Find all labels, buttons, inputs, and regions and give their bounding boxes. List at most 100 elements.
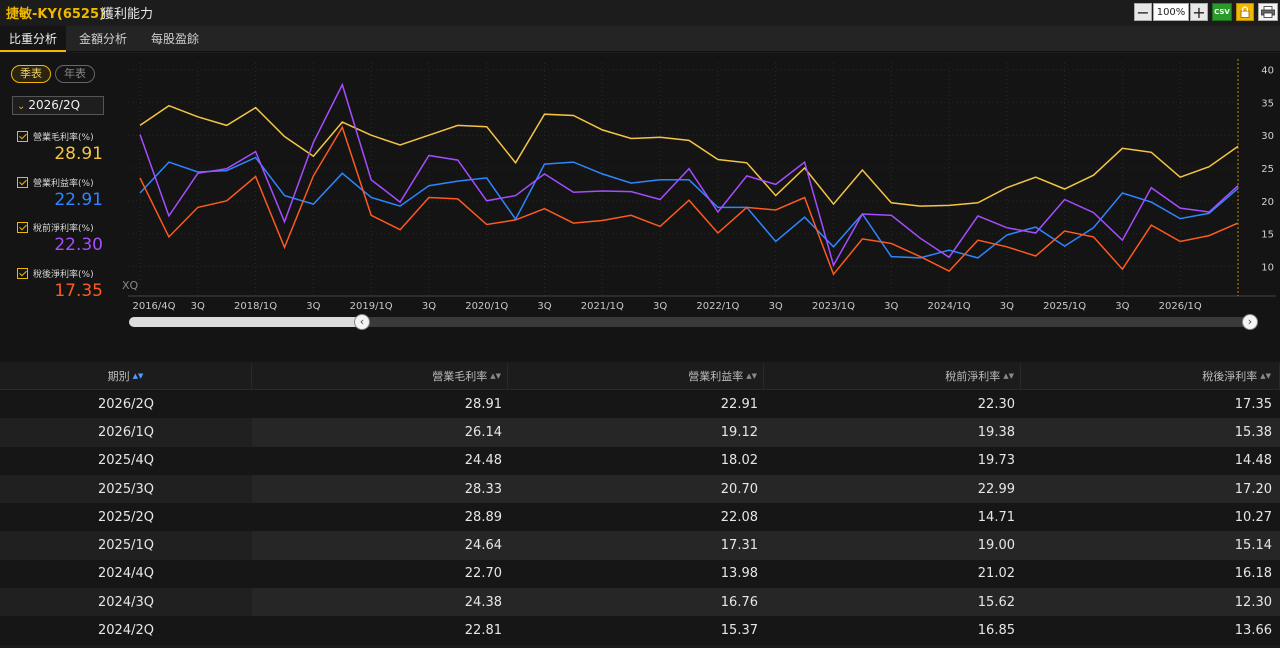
cell-net-margin: 15.38 xyxy=(1234,424,1272,440)
x-tick-label: 2026/1Q xyxy=(1159,301,1202,312)
sort-icon: ▲▼ xyxy=(1003,372,1014,380)
header-operating-margin[interactable]: 營業利益率 ▲▼ xyxy=(508,363,764,389)
lock-icon xyxy=(1240,6,1250,18)
cell-gross-margin: 28.91 xyxy=(464,396,502,412)
cell-net-margin: 15.14 xyxy=(1234,538,1272,554)
y-tick-label: 35 xyxy=(1261,98,1274,109)
cell-operating-margin: 22.08 xyxy=(720,509,758,525)
xq-logo: XQ xyxy=(122,279,139,292)
x-axis-ticks: 2016/4Q 3Q 2018/1Q 3Q 2019/1Q 3Q 2020/1Q 3Q 2021… xyxy=(132,301,1201,312)
cell-operating-margin: 16.76 xyxy=(720,594,758,610)
series-line-1 xyxy=(139,156,1239,259)
printer-icon xyxy=(1261,6,1275,18)
cell-pretax-margin: 16.85 xyxy=(977,623,1015,639)
cell-net-margin: 10.27 xyxy=(1234,509,1272,525)
table-row[interactable]: 2024/4Q 22.70 13.98 21.02 16.18 xyxy=(0,559,1280,589)
header-period[interactable]: 期別 ▲▼ xyxy=(0,363,252,389)
sort-icon: ▲▼ xyxy=(746,372,757,380)
cell-gross-margin: 22.70 xyxy=(464,566,502,582)
table-row[interactable]: 2024/3Q 24.38 16.76 15.62 12.30 xyxy=(0,588,1280,617)
cell-period: 2026/2Q xyxy=(98,396,154,412)
cell-operating-margin: 19.12 xyxy=(720,424,758,440)
cell-period: 2024/4Q xyxy=(98,566,154,582)
cell-period: 2025/1Q xyxy=(0,531,252,560)
zoom-level-field[interactable]: 100% xyxy=(1153,3,1189,21)
y-tick-label: 25 xyxy=(1261,164,1274,175)
x-tick-label: 2020/1Q xyxy=(465,301,508,312)
tab-bar: 比重分析 金額分析 每股盈餘 xyxy=(0,26,1280,52)
csv-export-button[interactable]: CSV xyxy=(1212,3,1232,21)
cell-pretax-margin: 22.30 xyxy=(977,396,1015,412)
series-line-0 xyxy=(139,104,1239,207)
x-tick-label: 2019/1Q xyxy=(350,301,393,312)
x-tick-label: 2021/1Q xyxy=(581,301,624,312)
x-tick-label: 3Q xyxy=(306,301,320,312)
print-button[interactable] xyxy=(1258,3,1278,21)
stock-title: 捷敏-KY(6525) xyxy=(6,7,105,22)
x-tick-label: 2025/1Q xyxy=(1043,301,1086,312)
zoom-in-button[interactable]: + xyxy=(1190,3,1208,22)
cell-gross-margin: 24.64 xyxy=(464,538,502,554)
margin-table: 期別 ▲▼ 營業毛利率 ▲▼ 營業利益率 ▲▼ 稅前淨利率 ▲▼ 稅後淨利率 ▲▼ 202… xyxy=(0,363,1280,645)
cell-period: 2025/4Q xyxy=(98,453,154,469)
table-header: 期別 ▲▼ 營業毛利率 ▲▼ 營業利益率 ▲▼ 稅前淨利率 ▲▼ 稅後淨利率 ▲▼ xyxy=(0,363,1280,390)
table-row[interactable]: 2025/2Q 28.89 22.08 14.71 10.27 xyxy=(0,503,1280,532)
header-net-margin[interactable]: 稅後淨利率 ▲▼ xyxy=(1021,363,1280,389)
cell-period: 2026/1Q xyxy=(0,418,252,447)
sort-icon: ▲▼ xyxy=(132,372,144,380)
chart-scrollbar-thumb[interactable] xyxy=(129,317,362,327)
cell-gross-margin: 26.14 xyxy=(464,424,502,440)
cell-gross-margin: 24.38 xyxy=(464,594,502,610)
y-tick-label: 10 xyxy=(1261,262,1274,273)
cell-pretax-margin: 22.99 xyxy=(977,481,1015,497)
x-tick-label: 3Q xyxy=(422,301,436,312)
cell-pretax-margin: 21.02 xyxy=(977,566,1015,582)
x-tick-label: 2016/4Q xyxy=(132,301,175,312)
table-row[interactable]: 2026/1Q 26.14 19.12 19.38 15.38 xyxy=(0,418,1280,447)
series-line-2 xyxy=(139,82,1239,268)
header-gross-margin[interactable]: 營業毛利率 ▲▼ xyxy=(252,363,508,389)
tab-amount-analysis[interactable]: 金額分析 xyxy=(70,26,136,52)
x-tick-label: 2023/1Q xyxy=(812,301,855,312)
cell-gross-margin: 22.81 xyxy=(464,623,502,639)
table-row[interactable]: 2026/2Q 28.91 22.91 22.30 17.35 xyxy=(0,390,1280,419)
cell-period: 2025/2Q xyxy=(98,509,154,525)
table-body: 2026/2Q 28.91 22.91 22.30 17.35 2026/1Q 26.14 1… xyxy=(0,390,1280,645)
cell-operating-margin: 17.31 xyxy=(720,538,758,554)
cell-pretax-margin: 15.62 xyxy=(977,594,1015,610)
page-subtitle: 獲利能力 xyxy=(101,7,154,22)
tab-ratio-analysis[interactable]: 比重分析 xyxy=(0,26,66,52)
y-tick-label: 15 xyxy=(1261,230,1274,241)
table-row[interactable]: 2025/4Q 24.48 18.02 19.73 14.48 xyxy=(0,446,1280,475)
cell-net-margin: 14.48 xyxy=(1234,453,1272,469)
x-tick-label: 3Q xyxy=(653,301,667,312)
tab-eps[interactable]: 每股盈餘 xyxy=(142,26,208,52)
cell-period: 2024/3Q xyxy=(0,588,252,617)
x-tick-label: 2022/1Q xyxy=(696,301,739,312)
chart-scrollbar[interactable] xyxy=(129,317,1257,327)
chart-series xyxy=(139,82,1239,276)
x-tick-label: 2024/1Q xyxy=(928,301,971,312)
x-tick-label: 2018/1Q xyxy=(234,301,277,312)
chart-panel: 季表 年表 ⌄ 2026/2Q 營業毛利率(%) 28.91 營業利益率(%) 2… xyxy=(0,53,1280,362)
cell-net-margin: 12.30 xyxy=(1234,594,1272,610)
x-tick-label: 3Q xyxy=(1115,301,1129,312)
x-tick-label: 3Q xyxy=(1000,301,1014,312)
title-bar: 捷敏-KY(6525) 獲利能力 − 100% + CSV xyxy=(0,0,1280,26)
cell-pretax-margin: 19.73 xyxy=(977,453,1015,469)
y-tick-label: 20 xyxy=(1261,197,1274,208)
chevron-left-icon[interactable]: ‹ xyxy=(354,314,370,330)
cell-pretax-margin: 19.00 xyxy=(977,538,1015,554)
cell-pretax-margin: 14.71 xyxy=(977,509,1015,525)
header-pretax-margin[interactable]: 稅前淨利率 ▲▼ xyxy=(764,363,1021,389)
lock-button[interactable] xyxy=(1236,3,1254,21)
cell-period: 2024/2Q xyxy=(98,623,154,639)
table-row[interactable]: 2025/1Q 24.64 17.31 19.00 15.14 xyxy=(0,531,1280,560)
table-row[interactable]: 2024/2Q 22.81 15.37 16.85 13.66 xyxy=(0,616,1280,645)
cell-net-margin: 16.18 xyxy=(1234,566,1272,582)
table-row[interactable]: 2025/3Q 28.33 20.70 22.99 17.20 xyxy=(0,474,1280,504)
chevron-right-icon[interactable]: › xyxy=(1242,314,1258,330)
zoom-out-button[interactable]: − xyxy=(1134,3,1152,22)
cell-pretax-margin: 19.38 xyxy=(977,424,1015,440)
cell-operating-margin: 18.02 xyxy=(720,453,758,469)
